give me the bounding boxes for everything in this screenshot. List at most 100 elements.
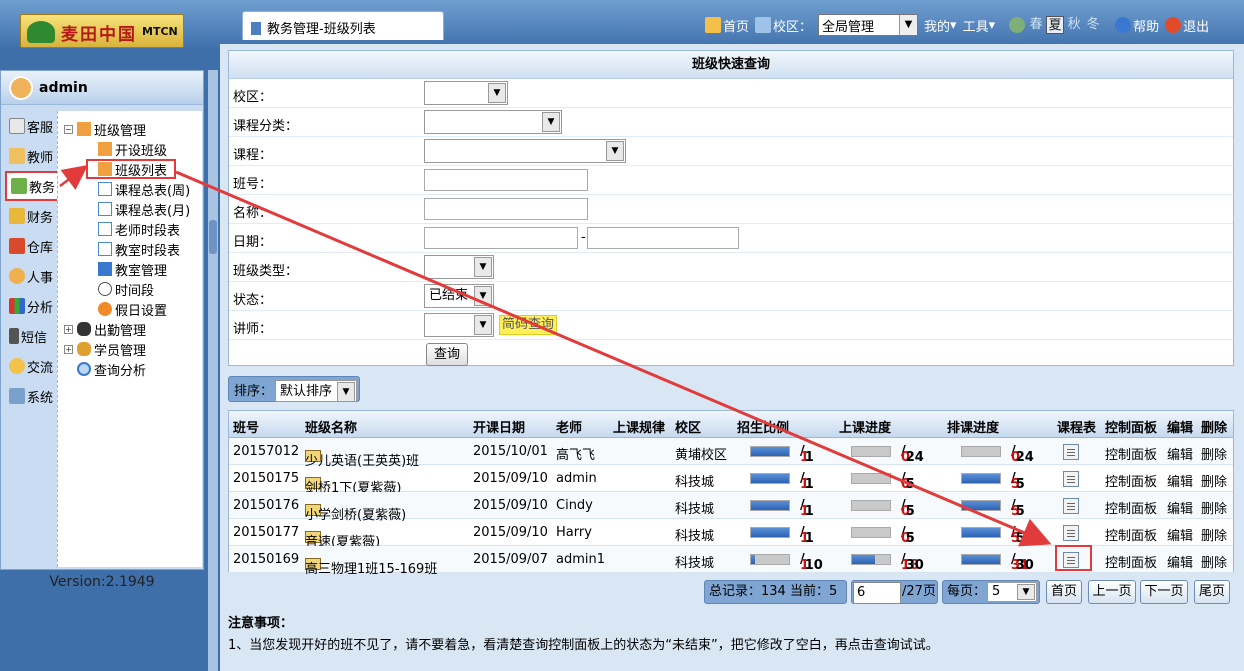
document-icon xyxy=(98,202,112,216)
col-edit[interactable]: 编辑 xyxy=(1167,417,1193,436)
tree-room-slots[interactable]: 教室时段表 xyxy=(58,239,202,259)
season-spring[interactable]: 春 xyxy=(1027,16,1045,34)
help-link[interactable]: 帮助 xyxy=(1115,16,1159,35)
control-panel-link[interactable]: 控制面板 xyxy=(1105,444,1157,463)
col-teacher[interactable]: 老师 xyxy=(556,417,582,436)
collapse-handle[interactable] xyxy=(209,220,217,254)
timetable-icon[interactable] xyxy=(1063,525,1079,541)
progress-value: 1/1 xyxy=(800,444,814,465)
page-input[interactable]: 6 xyxy=(853,582,901,604)
progress-fill xyxy=(751,447,789,456)
quick-code-button[interactable]: 简码查询 xyxy=(499,315,558,335)
col-class-progress[interactable]: 上课进度 xyxy=(839,417,891,436)
col-schedule-progress[interactable]: 排课进度 xyxy=(947,417,999,436)
season-summer[interactable]: 夏 xyxy=(1046,16,1065,34)
tree-students[interactable]: + 学员管理 xyxy=(58,339,202,359)
control-panel-link[interactable]: 控制面板 xyxy=(1105,552,1157,571)
page-total: /27页 xyxy=(902,584,936,599)
expand-icon[interactable]: + xyxy=(64,324,73,334)
edit-link[interactable]: 编辑 xyxy=(1167,552,1193,571)
col-class-no[interactable]: 班号 xyxy=(233,417,259,436)
col-control-panel[interactable]: 控制面板 xyxy=(1105,417,1157,436)
timetable-icon[interactable] xyxy=(1063,471,1079,487)
tree-class-list[interactable]: 班级列表 xyxy=(86,159,176,179)
splitter[interactable] xyxy=(208,70,218,671)
edit-link[interactable]: 编辑 xyxy=(1167,498,1193,517)
name-input[interactable] xyxy=(424,198,588,220)
timetable-icon[interactable] xyxy=(1063,498,1079,514)
module-teacher[interactable]: 教师 xyxy=(5,141,59,171)
module-system[interactable]: 系统 xyxy=(5,381,59,411)
module-analysis[interactable]: 分析 xyxy=(5,291,59,321)
module-warehouse[interactable]: 仓库 xyxy=(5,231,59,261)
last-page-button[interactable]: 尾页 xyxy=(1194,580,1230,604)
campus-select[interactable]: 全局管理 ▼ xyxy=(818,14,919,36)
module-sms[interactable]: 短信 xyxy=(5,321,59,351)
timetable-icon[interactable] xyxy=(1063,444,1079,460)
col-class-name[interactable]: 班级名称 xyxy=(305,417,357,436)
season-autumn[interactable]: 秋 xyxy=(1065,16,1083,34)
tree-holiday[interactable]: 假日设置 xyxy=(58,299,202,319)
sort-select[interactable]: 默认排序 ▼ xyxy=(275,380,358,402)
edit-link[interactable]: 编辑 xyxy=(1167,444,1193,463)
col-timetable[interactable]: 课程表 xyxy=(1057,417,1096,436)
brand-logo[interactable]: 麦田中国 MTCN xyxy=(20,14,184,48)
tree-time-slot[interactable]: 时间段 xyxy=(58,279,202,299)
tree-teacher-slots[interactable]: 老师时段表 xyxy=(58,219,202,239)
module-customer-service[interactable]: 客服 xyxy=(5,111,59,141)
edit-link[interactable]: 编辑 xyxy=(1167,471,1193,490)
delete-link[interactable]: 删除 xyxy=(1201,444,1227,463)
col-schedule-rule[interactable]: 上课规律 xyxy=(613,417,665,436)
tree-open-class[interactable]: 开设班级 xyxy=(58,139,202,159)
per-page-select[interactable]: 5 ▼ xyxy=(987,582,1037,602)
edit-link[interactable]: 编辑 xyxy=(1167,525,1193,544)
class-no-input[interactable] xyxy=(424,169,588,191)
col-start-date[interactable]: 开课日期 xyxy=(473,417,525,436)
control-panel-link[interactable]: 控制面板 xyxy=(1105,525,1157,544)
tab-class-list[interactable]: 教务管理-班级列表 xyxy=(242,11,444,40)
tree-attendance[interactable]: + 出勤管理 xyxy=(58,319,202,339)
control-panel-link[interactable]: 控制面板 xyxy=(1105,498,1157,517)
course-select[interactable]: ▼ xyxy=(424,139,626,163)
col-delete[interactable]: 删除 xyxy=(1201,417,1227,436)
tree-room-management[interactable]: 教室管理 xyxy=(58,259,202,279)
collapse-icon[interactable]: − xyxy=(64,124,73,134)
delete-link[interactable]: 删除 xyxy=(1201,552,1227,571)
module-hr[interactable]: 人事 xyxy=(5,261,59,291)
control-panel-link[interactable]: 控制面板 xyxy=(1105,471,1157,490)
tree-course-week[interactable]: 课程总表(周) xyxy=(58,179,202,199)
next-page-button[interactable]: 下一页 xyxy=(1140,580,1188,604)
query-button[interactable]: 查询 xyxy=(426,343,468,366)
filter-row-campus: 校区： ▼ xyxy=(229,79,1233,108)
progress-total: 5 xyxy=(905,531,915,546)
home-link[interactable]: 首页 xyxy=(705,16,749,35)
campus-filter-select[interactable]: ▼ xyxy=(424,81,508,105)
tree-course-month[interactable]: 课程总表(月) xyxy=(58,199,202,219)
course-category-select[interactable]: ▼ xyxy=(424,110,562,134)
class-type-select[interactable]: ▼ xyxy=(424,255,494,279)
help-label: 帮助 xyxy=(1133,19,1160,35)
tree-query[interactable]: 查询分析 xyxy=(58,359,202,379)
teacher-select[interactable]: ▼ xyxy=(424,313,494,337)
delete-link[interactable]: 删除 xyxy=(1201,498,1227,517)
filter-label: 讲师： xyxy=(233,322,273,337)
delete-link[interactable]: 删除 xyxy=(1201,471,1227,490)
module-academic[interactable]: 教务 xyxy=(5,171,59,201)
col-campus[interactable]: 校区 xyxy=(675,417,701,436)
status-select[interactable]: 已结束 ▼ xyxy=(424,284,494,308)
season-winter[interactable]: 冬 xyxy=(1084,16,1102,34)
module-finance[interactable]: 财务 xyxy=(5,201,59,231)
tree-class-management[interactable]: − 班级管理 xyxy=(58,119,202,139)
date-to-input[interactable] xyxy=(587,227,739,249)
first-page-button[interactable]: 首页 xyxy=(1046,580,1082,604)
col-enroll-ratio[interactable]: 招生比例 xyxy=(737,417,789,436)
logout-link[interactable]: 退出 xyxy=(1165,16,1209,35)
date-from-input[interactable] xyxy=(424,227,578,249)
expand-icon[interactable]: + xyxy=(64,344,73,354)
tools-menu[interactable]: 工具 ▾ xyxy=(963,16,996,35)
module-exchange[interactable]: 交流 xyxy=(5,351,59,381)
prev-page-button[interactable]: 上一页 xyxy=(1088,580,1136,604)
mine-menu[interactable]: 我的 ▾ xyxy=(924,16,957,35)
cell-start-date: 2015/09/10 xyxy=(473,498,548,513)
delete-link[interactable]: 删除 xyxy=(1201,525,1227,544)
